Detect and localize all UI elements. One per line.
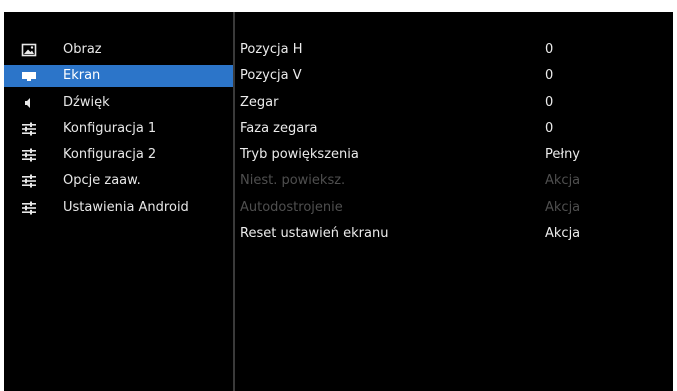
setting-label: Pozycja V: [240, 68, 302, 83]
setting-label: Zegar: [240, 95, 279, 110]
setting-label: Reset ustawień ekranu: [240, 226, 389, 241]
setting-row-tryb-powiekszenia[interactable]: Tryb powiększenia Pełny: [4, 144, 673, 166]
setting-label: Tryb powiększenia: [240, 147, 359, 162]
osd-menu-screen: Obraz Ekran Dźwięk Konfiguracja 1 Konfig…: [4, 12, 673, 391]
setting-row-zegar[interactable]: Zegar 0: [4, 92, 673, 114]
setting-label: Niest. powieksz.: [240, 173, 346, 188]
setting-label: Autodostrojenie: [240, 200, 343, 215]
setting-row-pozycja-v[interactable]: Pozycja V 0: [4, 65, 673, 87]
setting-row-autodostrojenie: Autodostrojenie Akcja: [4, 197, 673, 219]
setting-value: 0: [545, 42, 554, 57]
setting-label: Faza zegara: [240, 121, 318, 136]
setting-row-pozycja-h[interactable]: Pozycja H 0: [4, 39, 673, 61]
setting-row-niest-powieksz: Niest. powieksz. Akcja: [4, 170, 673, 192]
setting-value: Akcja: [545, 226, 581, 241]
setting-value: Akcja: [545, 173, 581, 188]
setting-value: Pełny: [545, 147, 581, 162]
setting-row-reset-ustawien-ekranu[interactable]: Reset ustawień ekranu Akcja: [4, 223, 673, 245]
setting-value: 0: [545, 95, 554, 110]
setting-row-faza-zegara[interactable]: Faza zegara 0: [4, 118, 673, 140]
setting-value: 0: [545, 121, 554, 136]
setting-label: Pozycja H: [240, 42, 303, 57]
setting-value: 0: [545, 68, 554, 83]
setting-value: Akcja: [545, 200, 581, 215]
